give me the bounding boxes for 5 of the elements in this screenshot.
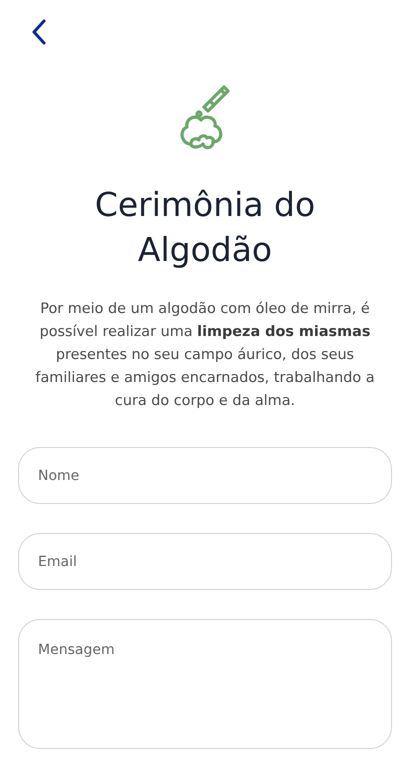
text-field[interactable]: Email (18, 533, 392, 590)
text-field[interactable]: Nome (18, 447, 392, 504)
description-text: Por meio de um algodão com óleo de mirra, é possível realizar uma limpeza dos miasmas presentes no seu campo áurico, dos seus familiares e amigos encarnados, trabalhando a cura do corpo e da alma. (34, 300, 376, 411)
message-field[interactable]: Mensagem (18, 619, 392, 749)
page-title: Cerimônia do Algodão (94, 184, 316, 271)
